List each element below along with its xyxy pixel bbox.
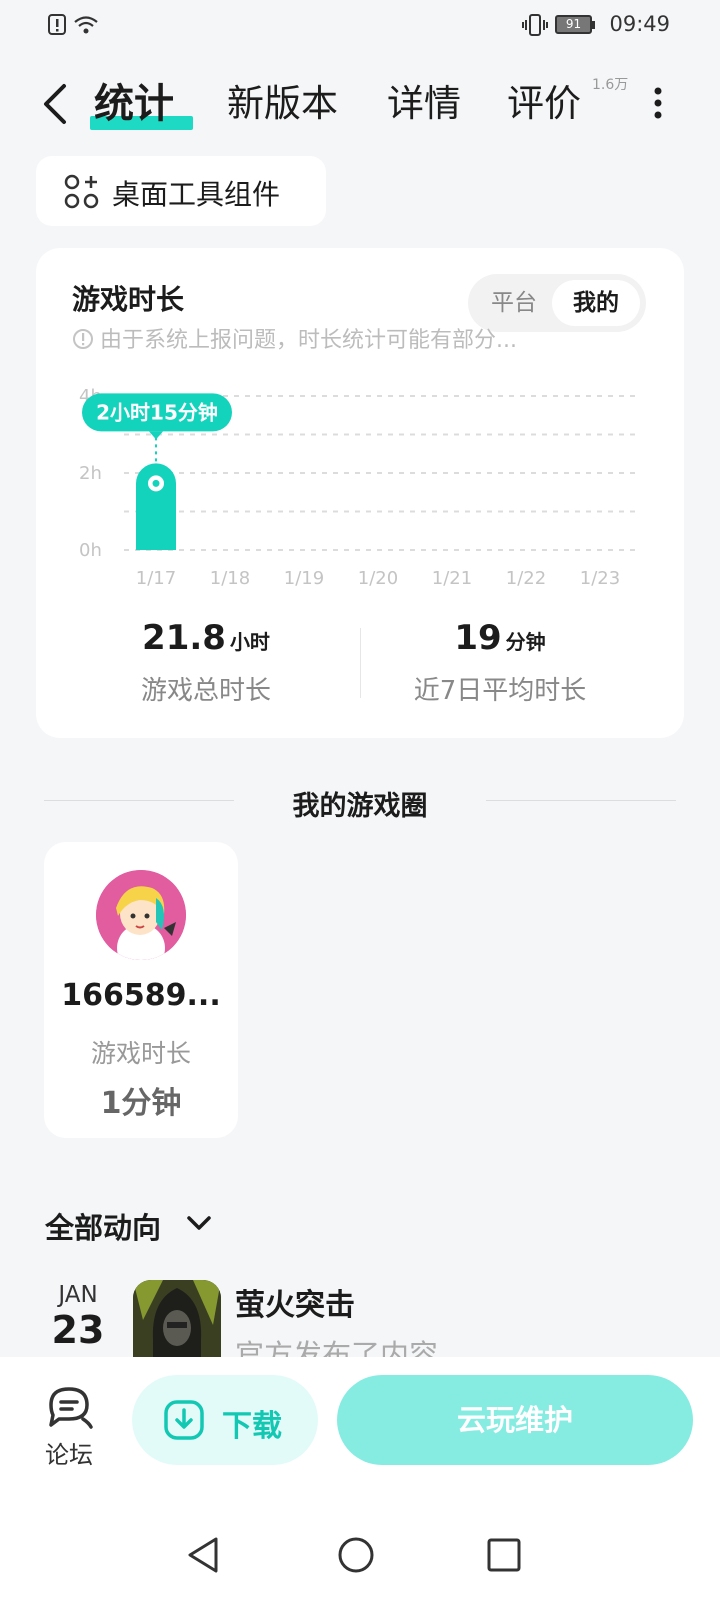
review-count-badge: 1.6万 xyxy=(592,77,629,93)
bar-marker-dot xyxy=(152,479,160,487)
play-time-chart: 0h2h4h1/17 1/18 1/19 1/20 1/21 1/22 1/232小时15分… xyxy=(79,386,636,589)
x-tick-label: 1/22 xyxy=(506,568,546,589)
x-tick-label: 1/23 xyxy=(580,568,620,589)
download-button[interactable]: 下载 xyxy=(132,1375,318,1465)
x-tick-label: 1/20 xyxy=(358,568,398,589)
widget-grid-icon xyxy=(64,174,99,209)
y-tick-label: 0h xyxy=(79,540,102,561)
bottom-action-bar: 论坛 下载 云玩维护 xyxy=(0,1357,720,1600)
stats-notice-text: 由于系统上报问题，时长统计可能有部分... xyxy=(100,328,517,353)
vibrate-icon xyxy=(522,14,548,36)
average-time-value: 19 xyxy=(454,618,502,658)
back-arrow-icon[interactable] xyxy=(38,78,78,128)
toggle-platform[interactable]: 平台 xyxy=(474,280,554,326)
average-time-caption: 近7日平均时长 xyxy=(413,676,587,706)
circle-user-id: 166589... xyxy=(61,978,221,1013)
play-time-title: 游戏时长 xyxy=(72,283,185,316)
chevron-down-icon[interactable] xyxy=(186,1212,212,1234)
system-recents-icon[interactable] xyxy=(486,1535,522,1575)
avatar xyxy=(96,870,186,960)
desktop-widget-label: 桌面工具组件 xyxy=(112,178,281,211)
x-tick-label: 1/18 xyxy=(210,568,250,589)
wifi-icon xyxy=(74,16,98,34)
tab-new-version[interactable]: 新版本 xyxy=(227,78,338,130)
game-circle-title: 我的游戏圈 xyxy=(292,791,428,822)
total-time-stat: 21.8 小时 游戏总时长 xyxy=(56,618,356,707)
total-time-unit: 小时 xyxy=(229,630,270,654)
download-label: 下载 xyxy=(222,1409,282,1444)
tooltip-label: 2小时15分钟 xyxy=(96,400,218,424)
total-time-caption: 游戏总时长 xyxy=(140,676,271,706)
average-time-unit: 分钟 xyxy=(505,630,546,654)
battery-indicator: 91 xyxy=(555,15,595,34)
circle-time-value: 1分钟 xyxy=(100,1086,182,1121)
x-tick-label: 1/17 xyxy=(136,568,176,589)
tab-reviews[interactable]: 评价 xyxy=(507,78,581,130)
avatar-character-icon xyxy=(96,870,186,960)
forum-chat-icon xyxy=(49,1387,93,1429)
tab-details[interactable]: 详情 xyxy=(387,78,461,130)
average-time-stat: 19 分钟 近7日平均时长 xyxy=(350,618,650,707)
tab-stats[interactable]: 统计 xyxy=(94,78,174,130)
circle-time-caption: 游戏时长 xyxy=(90,1039,191,1068)
total-time-value: 21.8 xyxy=(142,618,226,658)
feed-item-day: 23 xyxy=(51,1308,105,1352)
cloud-play-button[interactable]: 云玩维护 xyxy=(337,1375,693,1465)
game-circle-card[interactable]: 166589... 游戏时长 1分钟 xyxy=(44,842,238,1138)
play-time-card: 游戏时长 平台 我的 由于系统上报问题，时长统计可能有部分... 0h 2h 4h 1… xyxy=(36,248,684,738)
section-divider-right xyxy=(486,800,676,801)
forum-button[interactable]: 论坛 xyxy=(34,1385,104,1470)
stats-notice: 由于系统上报问题，时长统计可能有部分... xyxy=(72,322,517,354)
feed-filter-label[interactable]: 全部动向 xyxy=(45,1205,161,1247)
info-icon xyxy=(73,329,93,349)
forum-label: 论坛 xyxy=(45,1441,93,1469)
download-icon xyxy=(164,1400,204,1440)
feed-item-month: JAN xyxy=(58,1282,98,1308)
status-bar: 91 09:49 xyxy=(0,0,720,48)
clock: 09:49 xyxy=(609,12,670,36)
y-tick-label: 2h xyxy=(79,463,102,484)
toggle-mine[interactable]: 我的 xyxy=(552,280,640,326)
x-tick-label: 1/19 xyxy=(284,568,324,589)
system-back-icon[interactable] xyxy=(186,1535,222,1575)
more-options-icon[interactable] xyxy=(652,86,664,120)
feed-item-title[interactable]: 萤火突击 xyxy=(235,1280,355,1324)
alert-icon xyxy=(48,14,66,35)
x-tick-label: 1/21 xyxy=(432,568,472,589)
desktop-widget-button[interactable]: 桌面工具组件 xyxy=(36,156,326,226)
system-home-icon[interactable] xyxy=(336,1535,376,1575)
